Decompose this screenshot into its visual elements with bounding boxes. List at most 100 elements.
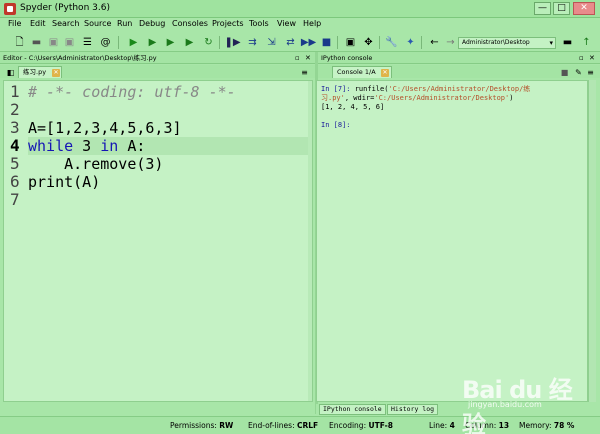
console-text: runfile(	[354, 85, 389, 93]
code-line: 5 A.remove(3)	[4, 154, 312, 174]
editor-scrollbar[interactable]	[308, 81, 312, 401]
code-line: 6 print(A)	[4, 173, 312, 192]
code-text: A=[1,2,3,4,5,6,3]	[28, 119, 182, 137]
editor-pane-title: Editor - C:\Users\Administrator\Desktop\…	[3, 54, 157, 62]
working-directory-value: Administrator\Desktop	[462, 39, 530, 46]
code-line: 1 # -*- coding: utf-8 -*-	[4, 83, 312, 102]
status-label: Line:	[429, 421, 448, 430]
browse-folder-icon[interactable]: ▬	[561, 36, 574, 49]
chevron-down-icon[interactable]: ▾	[549, 38, 553, 48]
python-path-icon[interactable]: ✦	[404, 36, 417, 49]
menu-run[interactable]: Run	[117, 19, 132, 28]
run-icon[interactable]: ▶	[127, 36, 140, 49]
menu-edit[interactable]: Edit	[30, 19, 46, 28]
open-file-icon[interactable]: ▬	[30, 36, 43, 49]
code-fragment: 3	[73, 137, 101, 155]
tab-close-icon[interactable]: ✕	[381, 69, 389, 77]
console-string: 'C:/Users/Administrator/Desktop'	[374, 94, 510, 102]
fullscreen-icon[interactable]: ✥	[362, 36, 375, 49]
at-icon[interactable]: @	[99, 36, 112, 49]
minimize-button[interactable]: —	[534, 2, 551, 15]
code-editor[interactable]: 1 # -*- coding: utf-8 -*- 2 3 A=[1,2,3,4…	[3, 80, 313, 402]
forward-icon[interactable]: →	[444, 36, 457, 49]
debug-icon[interactable]: ❚▶	[224, 36, 240, 49]
rerun-icon[interactable]: ↻	[202, 36, 215, 49]
tab-close-icon[interactable]: ✕	[52, 69, 60, 77]
console-string: 'C:/Users/Administrator/Desktop/练	[388, 85, 531, 93]
console-text: , wdir=	[344, 94, 375, 102]
line-number: 5	[10, 154, 20, 173]
console-tab[interactable]: Console 1/A ✕	[332, 66, 392, 78]
status-label: Encoding:	[329, 421, 367, 430]
console-pane-title: IPython console	[321, 54, 373, 62]
menu-projects[interactable]: Projects	[212, 19, 244, 28]
console-prompt: In [7]:	[321, 85, 355, 93]
maximize-button[interactable]: □	[553, 2, 570, 15]
code-text: A.remove(3)	[28, 155, 164, 173]
code-fragment: A:	[118, 137, 146, 155]
status-value: UTF-8	[368, 421, 393, 430]
stop-icon[interactable]: ■	[320, 36, 333, 49]
code-line-current: 4 while 3 in A:	[4, 136, 312, 156]
save-all-icon[interactable]: ▣	[63, 36, 76, 49]
list-icon[interactable]: ☰	[81, 36, 94, 49]
code-line: 7	[4, 191, 312, 209]
continue-icon[interactable]: ▶▶	[301, 36, 316, 49]
watermark-url: jingyan.baidu.com	[468, 400, 542, 409]
console-line: 习.py', wdir='C:/Users/Administrator/Desk…	[321, 94, 513, 103]
console-pane-header: IPython console ▫ ✕	[318, 52, 600, 64]
run-cell-icon[interactable]: ▶	[146, 36, 159, 49]
console-scrollbar[interactable]	[588, 80, 596, 402]
options-menu-icon[interactable]: ≡	[298, 66, 311, 79]
main-toolbar: 🗋 ▬ ▣ ▣ ☰ @ ▶ ▶ ▶ ▶ ↻ ❚▶ ⇉ ⇲ ⇄ ▶▶ ■ ▣ ✥ …	[0, 33, 600, 52]
menu-source[interactable]: Source	[84, 19, 111, 28]
editor-tab[interactable]: 练习.py ✕	[18, 66, 62, 78]
undock-icon[interactable]: ▫	[295, 52, 300, 64]
browse-tabs-icon[interactable]: ◧	[4, 66, 17, 79]
toolbar-separator	[337, 36, 338, 49]
close-pane-icon[interactable]: ✕	[305, 52, 311, 64]
encoding-status: Encoding: UTF-8	[329, 421, 393, 430]
stop-kernel-icon[interactable]: ■	[558, 66, 571, 79]
console-line: In [7]: runfile('C:/Users/Administrator/…	[321, 85, 530, 94]
menu-debug[interactable]: Debug	[139, 19, 165, 28]
tab-history-log[interactable]: History log	[387, 404, 439, 415]
parent-folder-icon[interactable]: ↑	[580, 36, 593, 49]
tab-ipython-console[interactable]: IPython console	[319, 404, 386, 415]
save-icon[interactable]: ▣	[47, 36, 60, 49]
code-text: # -*- coding: utf-8 -*-	[28, 83, 236, 101]
status-label: Permissions:	[170, 421, 217, 430]
menu-tools[interactable]: Tools	[249, 19, 269, 28]
working-directory-combobox[interactable]: Administrator\Desktop ▾	[458, 37, 556, 49]
step-icon[interactable]: ⇉	[246, 36, 259, 49]
baidu-watermark: Bai du 经验 jingyan.baidu.com	[462, 368, 592, 434]
status-value: CRLF	[296, 421, 319, 430]
back-icon[interactable]: ←	[428, 36, 441, 49]
wrench-icon[interactable]: 🔧	[385, 36, 398, 49]
spyder-app-icon	[4, 3, 16, 15]
new-file-icon[interactable]: 🗋	[13, 36, 26, 49]
step-into-icon[interactable]: ⇲	[265, 36, 278, 49]
editor-tab-bar: ◧ 练习.py ✕ ≡	[0, 65, 315, 78]
undock-icon[interactable]: ▫	[579, 52, 584, 64]
menu-view[interactable]: View	[277, 19, 296, 28]
close-pane-icon[interactable]: ✕	[589, 52, 595, 64]
step-return-icon[interactable]: ⇄	[284, 36, 297, 49]
run-selection-icon[interactable]: ▶	[183, 36, 196, 49]
ipython-console[interactable]: In [7]: runfile('C:/Users/Administrator/…	[316, 80, 588, 402]
maximize-pane-icon[interactable]: ▣	[344, 36, 357, 49]
menu-file[interactable]: File	[8, 19, 21, 28]
keyword: in	[100, 137, 119, 155]
run-cell-advance-icon[interactable]: ▶	[164, 36, 177, 49]
menu-search[interactable]: Search	[52, 19, 79, 28]
options-menu-icon[interactable]: ≡	[584, 66, 597, 79]
code-text: print(A)	[28, 173, 101, 191]
menu-consoles[interactable]: Consoles	[172, 19, 208, 28]
line-number: 2	[10, 100, 20, 119]
menu-help[interactable]: Help	[303, 19, 321, 28]
menu-bar: File Edit Search Source Run Debug Consol…	[0, 18, 600, 33]
line-number: 4	[10, 136, 20, 155]
console-string: 习.py'	[321, 94, 345, 102]
close-button[interactable]: ✕	[573, 2, 595, 15]
status-value: RW	[219, 421, 234, 430]
